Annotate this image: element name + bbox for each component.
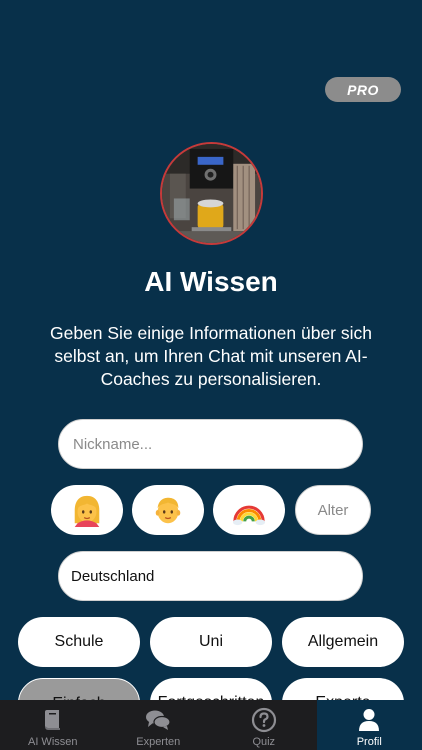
tab-bar: AI Wissen Experten Quiz Profil bbox=[0, 700, 422, 750]
tab-experten[interactable]: Experten bbox=[106, 700, 212, 750]
page-title: AI Wissen bbox=[144, 266, 278, 297]
age-input[interactable]: Alter bbox=[295, 485, 371, 535]
question-circle-icon bbox=[251, 707, 276, 733]
tab-label: Profil bbox=[356, 736, 382, 748]
category-schule-button[interactable]: Schule bbox=[18, 617, 140, 667]
tab-profil[interactable]: Profil bbox=[316, 700, 422, 750]
country-select[interactable]: Deutschland bbox=[58, 551, 363, 601]
tab-label: Quiz bbox=[252, 736, 276, 748]
gender-option-woman[interactable] bbox=[51, 485, 123, 535]
tab-quiz[interactable]: Quiz bbox=[211, 700, 317, 750]
chat-bubbles-icon bbox=[146, 710, 171, 730]
nickname-input[interactable]: Nickname... bbox=[58, 419, 363, 469]
avatar-photo bbox=[162, 144, 261, 243]
tab-label: AI Wissen bbox=[27, 736, 78, 748]
avatar[interactable] bbox=[160, 142, 263, 245]
gender-option-boy[interactable] bbox=[132, 485, 204, 535]
category-uni-button[interactable]: Uni bbox=[150, 617, 272, 667]
boy-emoji-icon bbox=[155, 497, 181, 524]
tab-ai-wissen[interactable]: AI Wissen bbox=[0, 700, 106, 750]
rainbow-emoji-icon bbox=[232, 505, 266, 526]
person-icon bbox=[359, 709, 380, 731]
page-description: Geben Sie einige Informationen über sich… bbox=[49, 323, 372, 389]
pro-badge[interactable]: PRO bbox=[325, 77, 401, 102]
tab-label: Experten bbox=[136, 736, 181, 748]
category-allgemein-button[interactable]: Allgemein bbox=[282, 617, 404, 667]
book-icon bbox=[44, 710, 60, 730]
gender-option-rainbow[interactable] bbox=[213, 485, 285, 535]
woman-emoji-icon bbox=[74, 495, 100, 527]
